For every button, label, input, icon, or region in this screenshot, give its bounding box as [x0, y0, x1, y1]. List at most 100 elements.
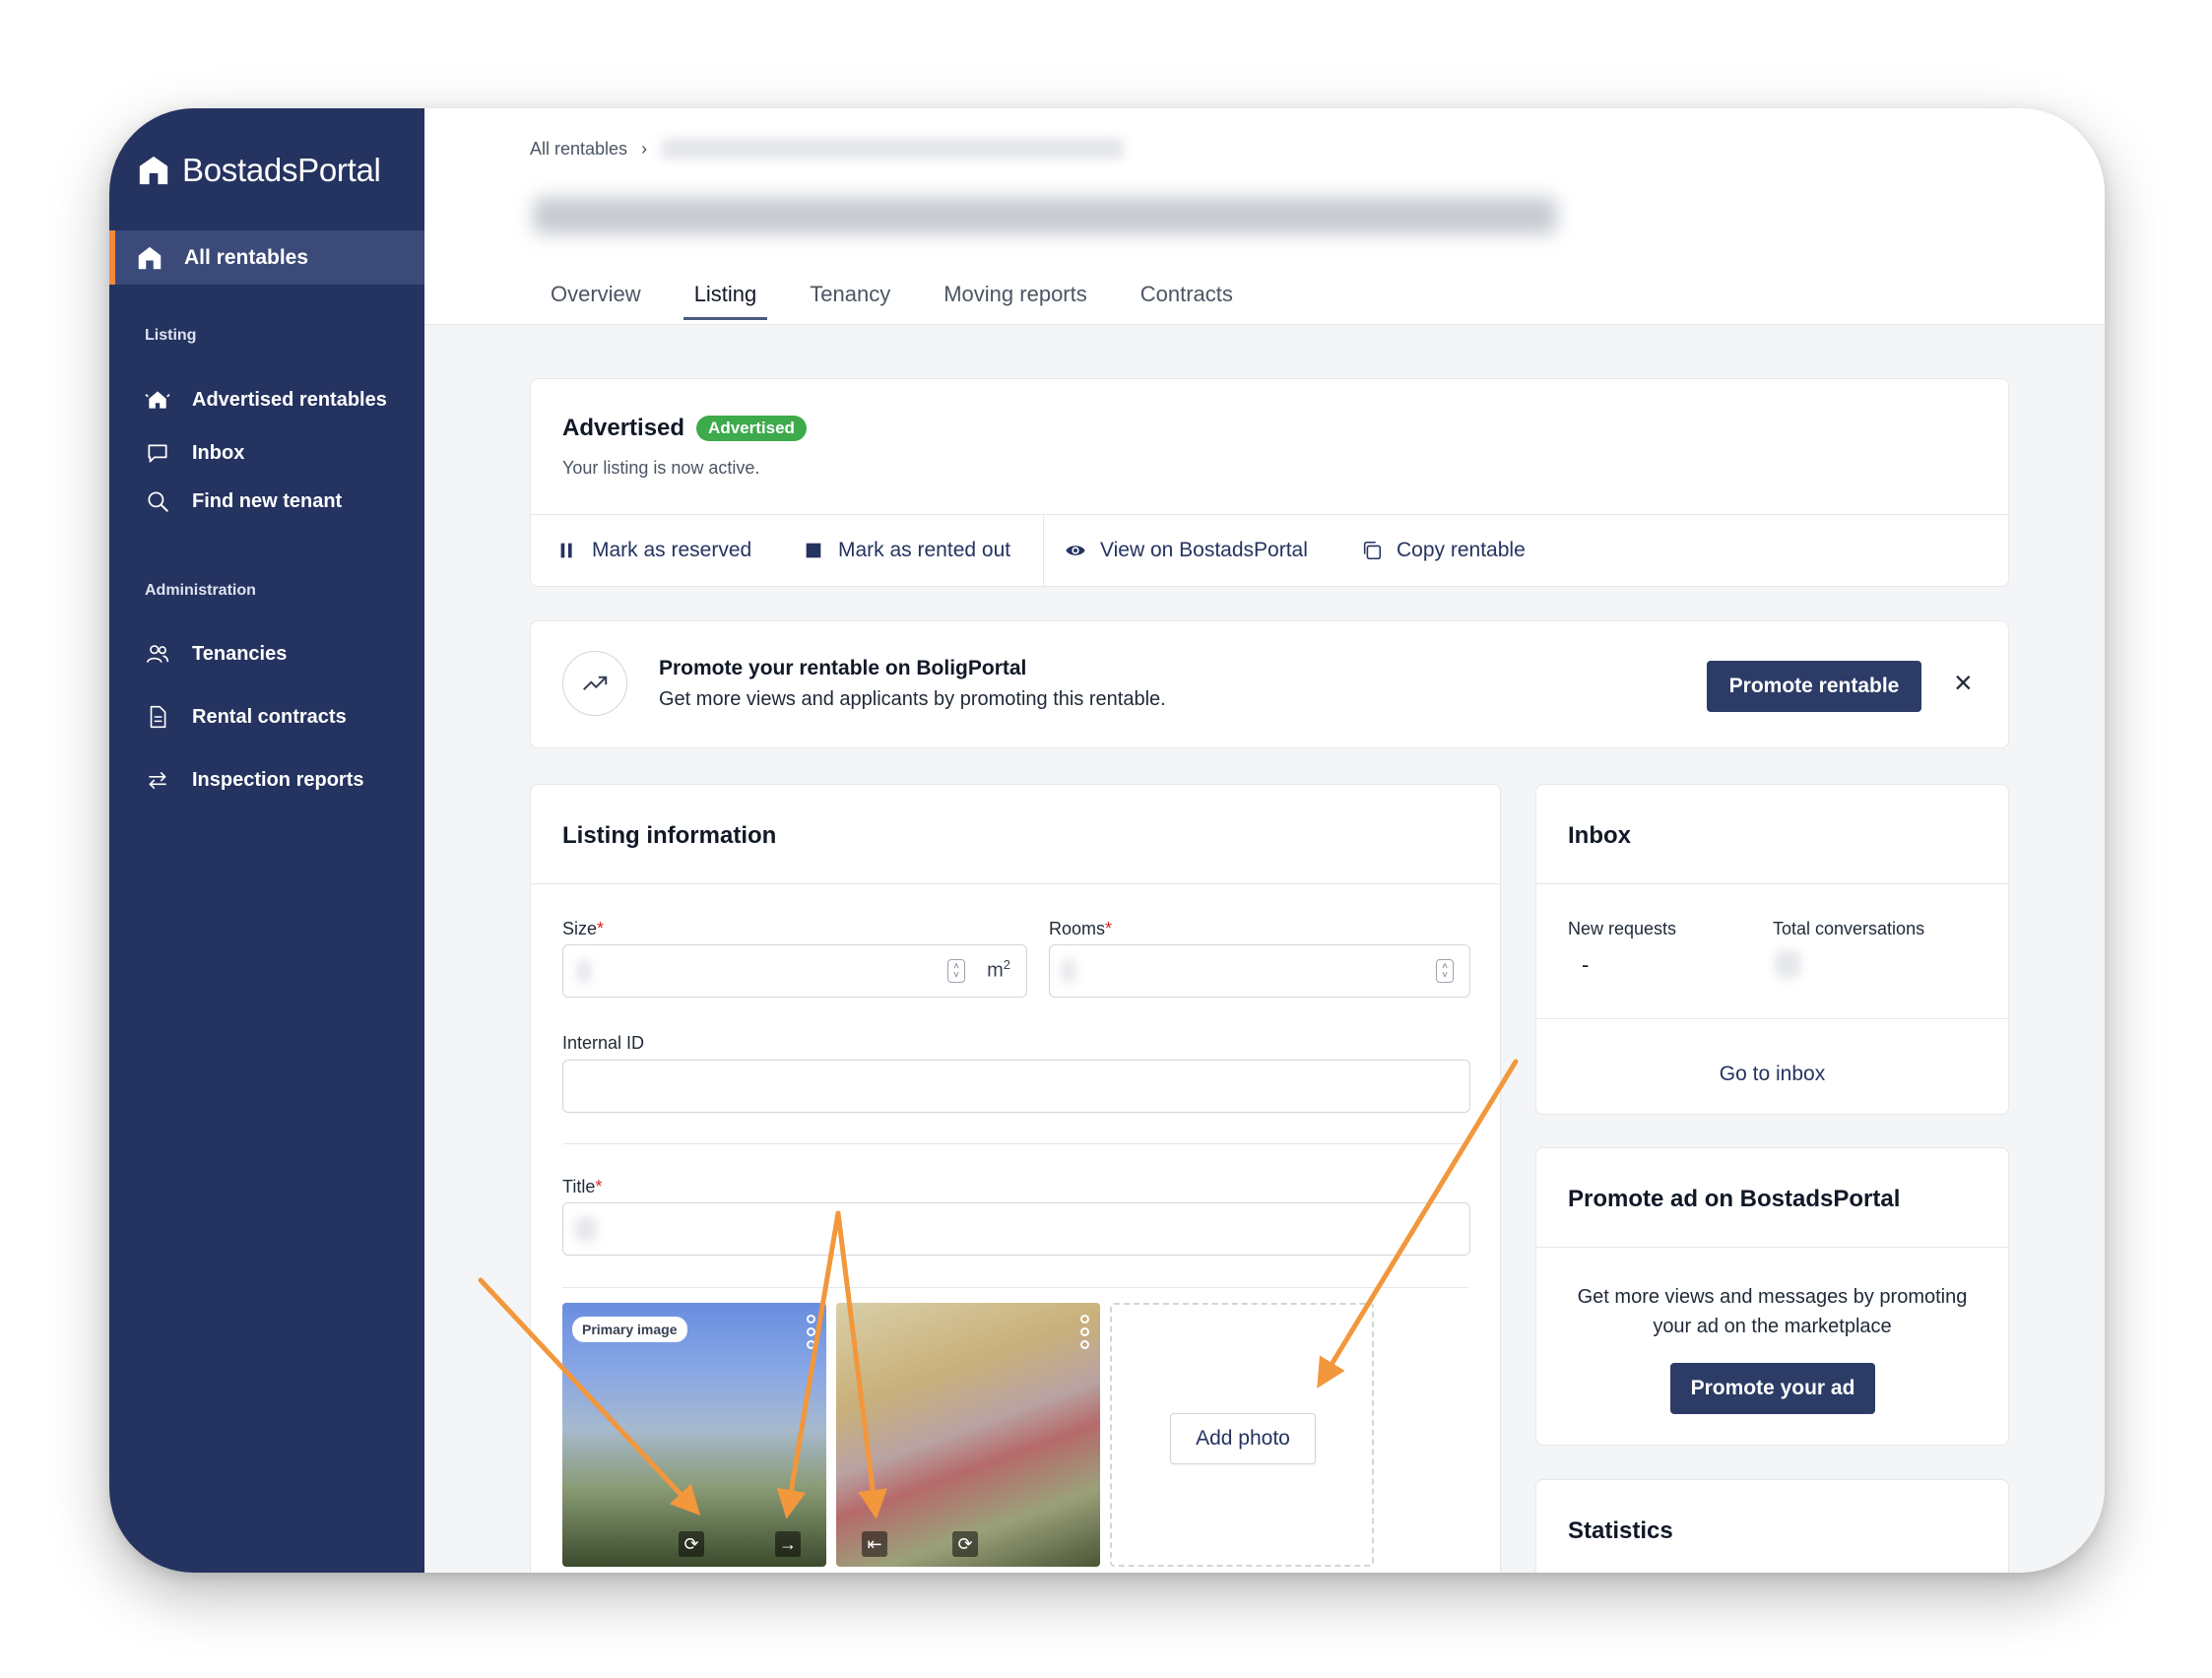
tab-moving-reports[interactable]: Moving reports — [933, 282, 1098, 320]
primary-photo[interactable]: Primary image ⟳ → — [562, 1303, 826, 1567]
mark-rented-out-button[interactable]: Mark as rented out — [803, 539, 1010, 562]
promote-ad-card: Promote ad on BostadsPortal Get more vie… — [1535, 1147, 2009, 1446]
copy-rentable-button[interactable]: Copy rentable — [1361, 539, 1526, 562]
house-logo-icon — [139, 156, 168, 185]
inbox-card: Inbox New requests - Total conversations… — [1535, 784, 2009, 1115]
stop-square-icon — [806, 543, 821, 558]
document-icon — [150, 705, 166, 729]
size-unit: m2 — [987, 957, 1010, 983]
view-on-portal-label: View on BostadsPortal — [1100, 539, 1308, 561]
statistics-title: Statistics — [1568, 1517, 1673, 1544]
size-label-text: Size — [562, 919, 598, 938]
required-mark: * — [1105, 919, 1113, 938]
add-photo-button[interactable]: Add photo — [1170, 1413, 1316, 1464]
status-card: Advertised Advertised Your listing is no… — [530, 378, 2009, 588]
move-right-icon[interactable]: → — [775, 1531, 801, 1557]
sidebar-item-find-new-tenant[interactable]: Find new tenant — [145, 488, 342, 514]
sidebar-item-label: Tenancies — [192, 642, 288, 665]
sidebar-item-all-rentables[interactable]: All rentables — [109, 230, 424, 285]
close-icon[interactable]: × — [1954, 665, 1973, 701]
divider — [1536, 1018, 2008, 1019]
sidebar-item-inspection-reports[interactable]: Inspection reports — [145, 767, 363, 793]
sidebar-item-inbox[interactable]: Inbox — [145, 440, 244, 466]
sidebar-item-label: Rental contracts — [192, 705, 347, 728]
internal-id-label: Internal ID — [562, 1033, 645, 1053]
title-label-text: Title — [562, 1177, 596, 1196]
title-label: Title* — [562, 1177, 602, 1197]
eye-icon — [1066, 546, 1085, 555]
total-conversations-label: Total conversations — [1773, 919, 1925, 938]
view-on-portal-button[interactable]: View on BostadsPortal — [1065, 539, 1308, 562]
tab-overview[interactable]: Overview — [540, 282, 652, 320]
breadcrumb-all-rentables[interactable]: All rentables — [530, 139, 627, 160]
promote-banner-text: Get more views and applicants by promoti… — [659, 688, 1166, 710]
size-input[interactable]: ˄ ˅ m2 — [562, 944, 1027, 998]
status-badge: Advertised — [696, 416, 807, 441]
required-mark: * — [595, 1177, 603, 1196]
sidebar-section-listing: Listing — [145, 327, 197, 344]
divider — [531, 883, 1500, 884]
page-header: All rentables › Overview Listing Tenancy… — [424, 108, 2105, 325]
sidebar-item-advertised-rentables[interactable]: Advertised rentables — [145, 387, 387, 413]
rotate-icon[interactable]: ⟳ — [679, 1531, 704, 1557]
required-mark: * — [597, 919, 605, 938]
go-to-inbox-link[interactable]: Go to inbox — [1536, 1063, 2008, 1086]
add-photo-dropzone[interactable]: Add photo — [1110, 1303, 1374, 1567]
tab-contracts[interactable]: Contracts — [1130, 282, 1244, 320]
copy-rentable-label: Copy rentable — [1397, 539, 1526, 561]
sidebar-item-label: Find new tenant — [192, 489, 343, 512]
brand-logo[interactable]: BostadsPortal — [137, 152, 381, 189]
page-title-redacted — [533, 197, 1557, 234]
main-content: All rentables › Overview Listing Tenancy… — [424, 108, 2105, 1573]
sidebar: BostadsPortal All rentables Listing Adve… — [109, 108, 424, 1573]
promote-banner: Promote your rentable on BoligPortal Get… — [530, 620, 2009, 748]
size-label: Size* — [562, 919, 604, 939]
pause-icon — [560, 543, 572, 558]
house-icon — [138, 246, 162, 269]
breadcrumb-separator-icon: › — [641, 138, 648, 159]
promote-banner-title: Promote your rentable on BoligPortal — [659, 657, 1027, 679]
users-icon — [146, 645, 169, 663]
sidebar-item-label: Inbox — [192, 441, 245, 464]
more-options-icon[interactable] — [1078, 1315, 1090, 1349]
sidebar-item-tenancies[interactable]: Tenancies — [145, 641, 287, 667]
mark-rented-out-label: Mark as rented out — [838, 539, 1011, 561]
brand-name: BostadsPortal — [182, 152, 381, 188]
sidebar-item-label: Advertised rentables — [192, 388, 387, 411]
app-window: BostadsPortal All rentables Listing Adve… — [109, 108, 2105, 1573]
promote-rentable-button[interactable]: Promote rentable — [1707, 661, 1921, 712]
size-value-redacted — [577, 959, 591, 983]
chat-bubble-icon — [148, 444, 167, 463]
sidebar-item-rental-contracts[interactable]: Rental contracts — [145, 704, 347, 730]
tab-bar: Overview Listing Tenancy Moving reports … — [540, 282, 1244, 320]
move-left-icon[interactable]: ⇤ — [862, 1531, 887, 1557]
promote-your-ad-button[interactable]: Promote your ad — [1670, 1363, 1875, 1414]
status-actions: Mark as reserved Mark as rented out View… — [531, 514, 2008, 588]
rooms-label: Rooms* — [1049, 919, 1112, 939]
tab-tenancy[interactable]: Tenancy — [799, 282, 901, 320]
breadcrumb: All rentables › — [530, 138, 1125, 160]
divider — [562, 1143, 1468, 1144]
rotate-icon[interactable]: ⟳ — [952, 1531, 978, 1557]
breadcrumb-current-redacted[interactable] — [661, 138, 1125, 160]
more-options-icon[interactable] — [805, 1315, 816, 1349]
rooms-stepper-icon[interactable]: ˄ ˅ — [1436, 959, 1454, 983]
listing-info-title: Listing information — [562, 822, 777, 849]
statistics-card: Statistics — [1535, 1479, 2009, 1573]
search-icon — [148, 491, 168, 512]
size-stepper-icon[interactable]: ˄ ˅ — [947, 959, 965, 983]
swap-arrows-icon — [149, 771, 166, 790]
new-requests-label: New requests — [1568, 919, 1677, 938]
sidebar-section-administration: Administration — [145, 582, 256, 599]
photo-2[interactable]: ⇤ ⟳ — [836, 1303, 1100, 1567]
tab-listing[interactable]: Listing — [683, 282, 768, 320]
rooms-input[interactable]: ˄ ˅ — [1049, 944, 1470, 998]
title-input[interactable] — [562, 1202, 1470, 1256]
size-unit-text: m — [987, 959, 1004, 982]
mark-reserved-button[interactable]: Mark as reserved — [556, 539, 751, 562]
divider — [562, 1287, 1468, 1288]
total-conversations-value-redacted — [1775, 950, 1800, 978]
internal-id-input[interactable] — [562, 1060, 1470, 1113]
divider — [1536, 1247, 2008, 1248]
trend-up-icon — [562, 651, 627, 716]
